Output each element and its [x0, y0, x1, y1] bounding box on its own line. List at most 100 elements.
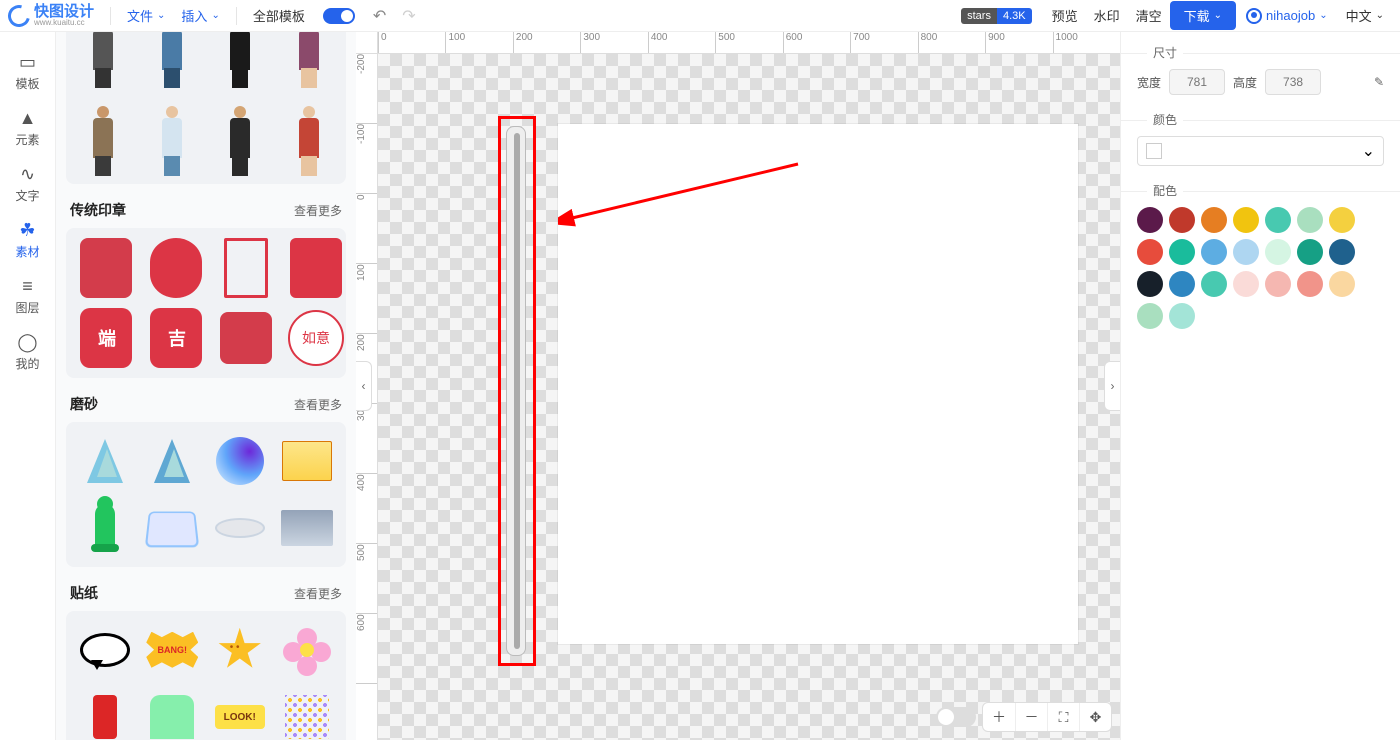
- collapse-right-panel-button[interactable]: ›: [1104, 361, 1120, 411]
- asset-person[interactable]: [211, 98, 270, 176]
- asset-frosted[interactable]: [76, 500, 134, 558]
- github-stars-badge[interactable]: stars 4.3K: [961, 8, 1031, 24]
- asset-seal[interactable]: 端: [76, 308, 136, 368]
- user-menu[interactable]: nihaojob ⌄: [1246, 8, 1328, 24]
- asset-person[interactable]: [74, 32, 133, 88]
- palette-swatch[interactable]: [1137, 207, 1163, 233]
- artboard[interactable]: [558, 124, 1078, 644]
- download-button[interactable]: 下载 ⌄: [1170, 1, 1236, 30]
- palette-title: 配色: [1147, 184, 1183, 198]
- rail-layers[interactable]: ≡图层: [0, 268, 55, 324]
- palette-swatch[interactable]: [1265, 207, 1291, 233]
- undo-button[interactable]: ↶: [365, 2, 394, 30]
- ruler-tick: 1000: [1053, 32, 1120, 53]
- clear-button[interactable]: 清空: [1128, 2, 1170, 29]
- file-menu[interactable]: 文件 ⌄: [119, 2, 173, 29]
- palette-swatch[interactable]: [1201, 207, 1227, 233]
- asset-person[interactable]: [280, 98, 339, 176]
- palette-swatch[interactable]: [1233, 207, 1259, 233]
- edit-size-button[interactable]: ✎: [1374, 75, 1384, 89]
- left-rail: ▭模板 ▲元素 ∿文字 ☘素材 ≡图层 ◯我的: [0, 32, 56, 740]
- asset-frosted[interactable]: [211, 500, 269, 558]
- asset-sticker[interactable]: [211, 621, 269, 679]
- redo-button[interactable]: ↷: [394, 2, 423, 30]
- palette-swatch[interactable]: [1265, 271, 1291, 297]
- palette-swatch[interactable]: [1329, 271, 1355, 297]
- ruler-tick: -200: [356, 54, 377, 124]
- palette-swatch[interactable]: [1169, 239, 1195, 265]
- center-button[interactable]: ✥: [1079, 703, 1111, 731]
- height-input[interactable]: [1265, 69, 1321, 95]
- palette-swatch[interactable]: [1233, 271, 1259, 297]
- language-menu[interactable]: 中文 ⌄: [1338, 2, 1392, 29]
- asset-frosted[interactable]: [279, 432, 337, 490]
- fit-screen-button[interactable]: ⛶: [1047, 703, 1079, 731]
- palette-swatch[interactable]: [1137, 271, 1163, 297]
- palette-swatch[interactable]: [1329, 207, 1355, 233]
- palette-swatch[interactable]: [1265, 239, 1291, 265]
- palette-swatch[interactable]: [1169, 271, 1195, 297]
- palette-swatch[interactable]: [1169, 303, 1195, 329]
- asset-sticker[interactable]: BANG!: [144, 621, 202, 679]
- collapse-left-panel-button[interactable]: ‹: [356, 361, 372, 411]
- asset-person[interactable]: [74, 98, 133, 176]
- rail-templates[interactable]: ▭模板: [0, 44, 55, 100]
- asset-sticker[interactable]: [144, 689, 202, 740]
- width-input[interactable]: [1169, 69, 1225, 95]
- asset-sticker[interactable]: [76, 689, 134, 740]
- palette-swatch[interactable]: [1169, 207, 1195, 233]
- watermark-button[interactable]: 水印: [1086, 2, 1128, 29]
- canvas-slider-object[interactable]: [506, 126, 526, 656]
- mode-toggle[interactable]: [323, 8, 355, 24]
- asset-frosted[interactable]: [76, 432, 134, 490]
- asset-sticker[interactable]: LOOK!: [211, 689, 269, 740]
- asset-seal[interactable]: [286, 238, 346, 298]
- asset-seal[interactable]: 如意: [286, 308, 346, 368]
- asset-person[interactable]: [143, 32, 202, 88]
- palette-swatch[interactable]: [1137, 239, 1163, 265]
- rail-mine[interactable]: ◯我的: [0, 324, 55, 380]
- ruler-horizontal[interactable]: 0 100 200 300 400 500 600 700 800 900 10…: [378, 32, 1120, 54]
- see-more-link[interactable]: 查看更多: [294, 396, 342, 413]
- divider: [236, 7, 237, 25]
- asset-sticker[interactable]: [279, 621, 337, 679]
- asset-seal[interactable]: 吉: [146, 308, 206, 368]
- canvas-checker[interactable]: [378, 54, 1120, 740]
- asset-person[interactable]: [211, 32, 270, 88]
- palette-swatch[interactable]: [1201, 239, 1227, 265]
- logo[interactable]: 快图设计 www.kuaitu.cc: [8, 4, 94, 27]
- snap-toggle[interactable]: [936, 707, 976, 727]
- asset-sticker[interactable]: [279, 689, 337, 740]
- rail-elements[interactable]: ▲元素: [0, 100, 55, 156]
- asset-frosted[interactable]: [279, 500, 337, 558]
- palette-swatch[interactable]: [1201, 271, 1227, 297]
- palette-section: 配色: [1137, 182, 1384, 329]
- zoom-out-button[interactable]: －: [1015, 703, 1047, 731]
- rail-text[interactable]: ∿文字: [0, 156, 55, 212]
- asset-seal[interactable]: [146, 238, 206, 298]
- background-color-select[interactable]: ⌄: [1137, 136, 1384, 166]
- preview-button[interactable]: 预览: [1044, 2, 1086, 29]
- asset-seal[interactable]: [216, 308, 276, 368]
- asset-seal[interactable]: [216, 238, 276, 298]
- palette-swatch[interactable]: [1297, 207, 1323, 233]
- palette-swatch[interactable]: [1297, 271, 1323, 297]
- asset-frosted[interactable]: [144, 500, 202, 558]
- all-templates-link[interactable]: 全部模板: [245, 2, 313, 29]
- palette-swatch[interactable]: [1137, 303, 1163, 329]
- insert-menu[interactable]: 插入 ⌄: [173, 2, 227, 29]
- see-more-link[interactable]: 查看更多: [294, 585, 342, 602]
- asset-seal[interactable]: [76, 238, 136, 298]
- asset-frosted[interactable]: [144, 432, 202, 490]
- asset-person[interactable]: [143, 98, 202, 176]
- asset-frosted[interactable]: [211, 432, 269, 490]
- stars-count: 4.3K: [997, 8, 1032, 24]
- see-more-link[interactable]: 查看更多: [294, 202, 342, 219]
- palette-swatch[interactable]: [1233, 239, 1259, 265]
- palette-swatch[interactable]: [1329, 239, 1355, 265]
- asset-person[interactable]: [280, 32, 339, 88]
- zoom-in-button[interactable]: ＋: [983, 703, 1015, 731]
- palette-swatch[interactable]: [1297, 239, 1323, 265]
- rail-assets[interactable]: ☘素材: [0, 212, 55, 268]
- asset-sticker[interactable]: [76, 621, 134, 679]
